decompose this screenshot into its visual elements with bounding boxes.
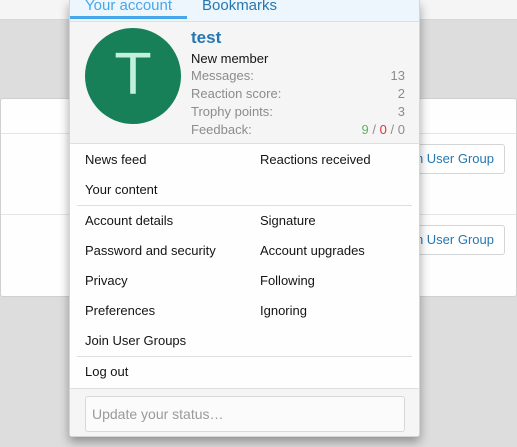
feedback-separator: /	[372, 122, 377, 137]
menu-tabs: Your account Bookmarks	[70, 0, 419, 22]
links-group-activity: News feed Reactions received Your conten…	[70, 145, 419, 205]
link-join-user-groups[interactable]: Join User Groups	[85, 326, 260, 356]
stat-label: Reaction score:	[191, 86, 282, 101]
link-news-feed[interactable]: News feed	[85, 145, 260, 175]
stat-label: Trophy points:	[191, 104, 273, 119]
link-preferences[interactable]: Preferences	[85, 296, 260, 326]
status-input[interactable]	[85, 396, 405, 432]
feedback-negative: 0	[379, 122, 387, 137]
stat-label: Messages:	[191, 68, 254, 83]
account-links: News feed Reactions received Your conten…	[70, 145, 419, 387]
account-summary: T test New member Messages: 13 Reaction …	[70, 22, 419, 144]
user-title: New member	[191, 51, 269, 66]
stat-value: 3	[397, 104, 405, 119]
stat-value: 13	[390, 68, 405, 83]
links-group-settings: Account details Signature Password and s…	[70, 206, 419, 356]
link-password-security[interactable]: Password and security	[85, 236, 260, 266]
stat-row-reaction-score: Reaction score: 2	[191, 85, 405, 103]
stat-row-feedback: Feedback: 9 / 0 / 0	[191, 121, 405, 139]
feedback-separator: /	[390, 122, 395, 137]
stat-label: Feedback:	[191, 122, 252, 137]
user-stats: Messages: 13 Reaction score: 2 Trophy po…	[191, 67, 405, 139]
link-account-details[interactable]: Account details	[85, 206, 260, 236]
link-log-out[interactable]: Log out	[85, 357, 260, 387]
username-link[interactable]: test	[191, 28, 221, 48]
link-privacy[interactable]: Privacy	[85, 266, 260, 296]
feedback-positive: 9	[361, 122, 369, 137]
link-ignoring[interactable]: Ignoring	[260, 296, 419, 326]
link-following[interactable]: Following	[260, 266, 419, 296]
link-signature[interactable]: Signature	[260, 206, 419, 236]
stat-row-trophy-points: Trophy points: 3	[191, 103, 405, 121]
avatar[interactable]: T	[85, 28, 181, 124]
link-account-upgrades[interactable]: Account upgrades	[260, 236, 419, 266]
tab-bookmarks[interactable]: Bookmarks	[187, 0, 292, 19]
stat-row-messages: Messages: 13	[191, 67, 405, 85]
link-your-content[interactable]: Your content	[85, 175, 260, 205]
feedback-neutral: 0	[397, 122, 405, 137]
account-menu: Your account Bookmarks T test New member…	[69, 0, 420, 437]
link-reactions-received[interactable]: Reactions received	[260, 145, 419, 175]
feedback-value[interactable]: 9 / 0 / 0	[362, 121, 405, 139]
links-group-logout: Log out	[70, 357, 419, 387]
stat-value: 2	[397, 86, 405, 101]
status-update-area	[70, 388, 419, 436]
tab-your-account[interactable]: Your account	[70, 0, 188, 19]
